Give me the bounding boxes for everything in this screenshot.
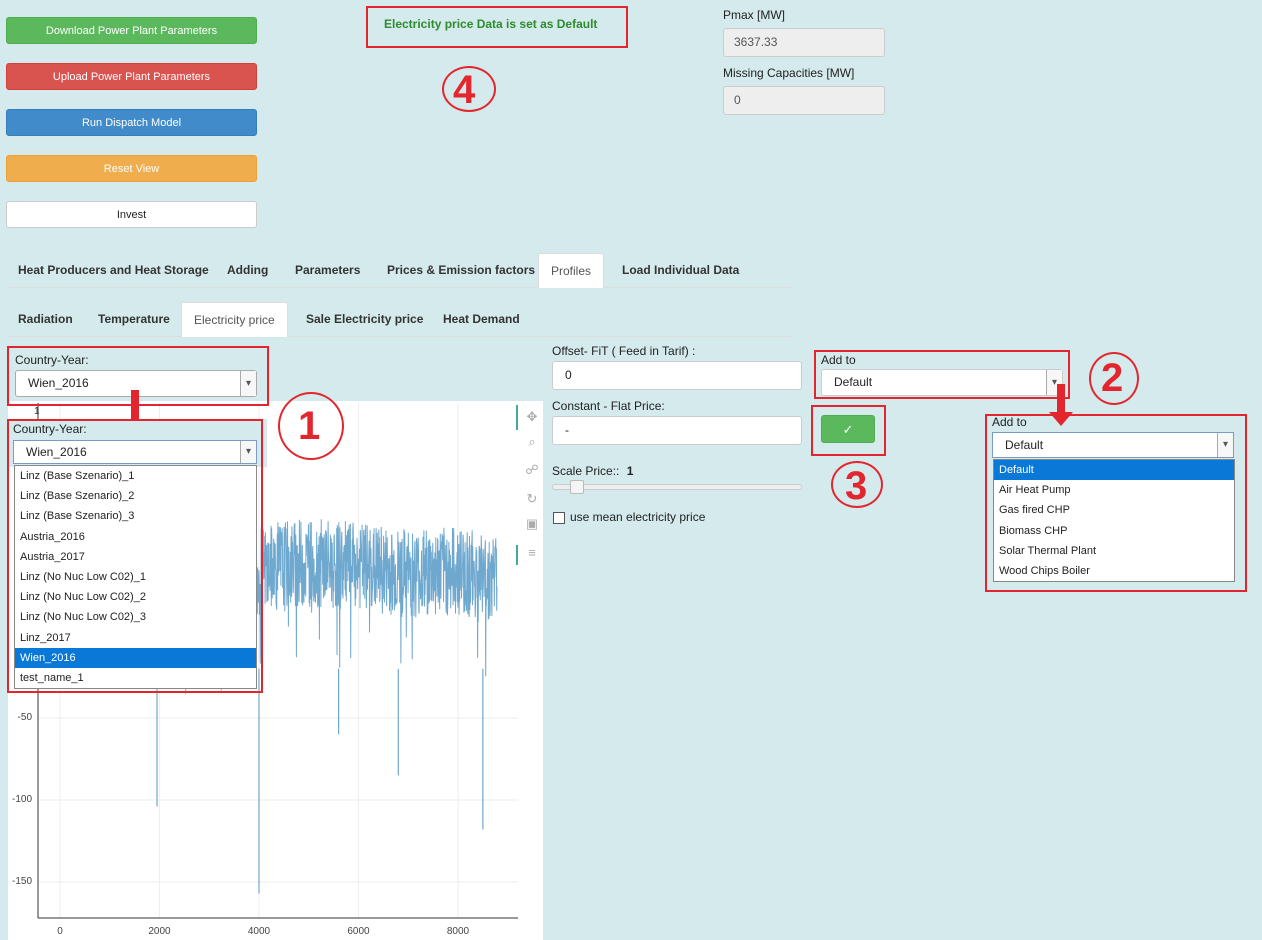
x-tick-label: 6000 <box>347 926 370 937</box>
offset-input[interactable]: 0 <box>552 361 802 390</box>
x-tick-label: 2000 <box>148 926 171 937</box>
arrow-1-shaft <box>131 390 139 420</box>
add-to-label: Add to <box>821 353 856 367</box>
arrow-2-shaft <box>1057 384 1065 412</box>
y-tick-label: -100 <box>11 794 32 805</box>
constant-input[interactable]: - <box>552 416 802 445</box>
scale-price-label: Scale Price:: 1 <box>552 464 633 478</box>
offset-label: Offset- FiT ( Feed in Tarif) : <box>552 344 696 358</box>
scale-price-slider-handle[interactable] <box>570 480 584 494</box>
scale-price-text: Scale Price:: <box>552 464 620 478</box>
y-tick-label: -150 <box>11 876 32 887</box>
pan-icon[interactable]: ✥ <box>524 409 540 425</box>
save-icon[interactable]: ▣ <box>524 516 540 532</box>
country-year-label: Country-Year: <box>15 353 89 367</box>
add-to-value: Default <box>834 375 873 389</box>
reset-icon[interactable]: ↻ <box>524 491 540 507</box>
scale-price-value: 1 <box>626 464 634 478</box>
wheel-zoom-icon[interactable]: ☍ <box>524 462 540 478</box>
country-year-value: Wien_2016 <box>28 376 89 390</box>
marker-3-label: 3 <box>845 464 868 508</box>
confirm-button[interactable]: ✓ <box>821 415 875 443</box>
use-mean-price-checkbox[interactable] <box>553 512 565 524</box>
x-tick-label: 8000 <box>446 926 470 937</box>
country-year-popup-highlight <box>7 419 263 693</box>
chevron-down-icon: ▾ <box>240 371 256 396</box>
use-mean-price-label: use mean electricity price <box>570 510 706 524</box>
hover-icon[interactable]: ≡ <box>524 545 540 561</box>
zoom-icon[interactable]: ⌕ <box>524 434 540 450</box>
marker-2-label: 2 <box>1101 356 1124 400</box>
add-to-popup-highlight <box>985 414 1247 592</box>
y-tick-label-partial: 1 <box>34 406 40 417</box>
add-to-select[interactable]: Default ▾ <box>821 369 1063 396</box>
constant-label: Constant - Flat Price: <box>552 399 665 413</box>
x-tick-label: 4000 <box>247 926 271 937</box>
scale-price-slider-track[interactable] <box>552 484 802 490</box>
y-tick-label: -50 <box>17 712 32 723</box>
x-tick-label: 0 <box>57 926 63 937</box>
marker-1-label: 1 <box>298 404 321 448</box>
